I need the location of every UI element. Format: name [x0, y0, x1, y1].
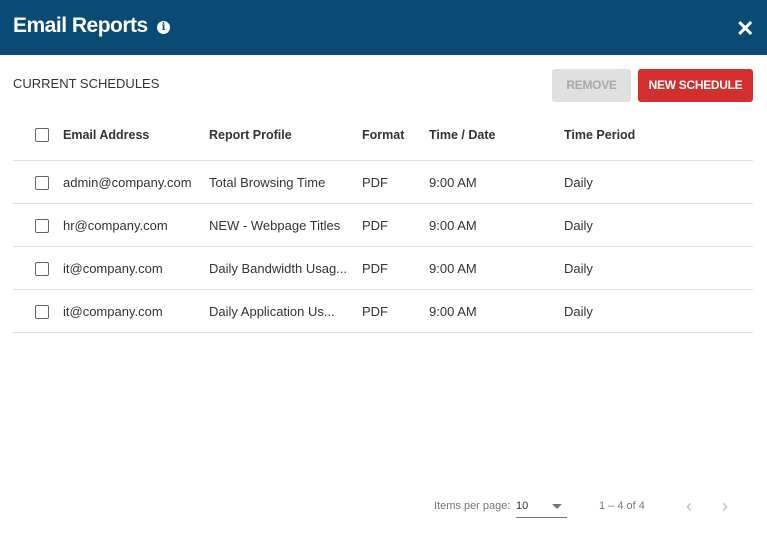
- profile-cell: Total Browsing Time: [209, 175, 326, 190]
- email-cell: admin@company.com: [63, 175, 192, 190]
- page-range: 1 – 4 of 4: [599, 500, 645, 512]
- table-row[interactable]: it@company.com Daily Bandwidth Usag... P…: [13, 247, 753, 290]
- table-header: Email Address Report Profile Format Time…: [13, 118, 753, 161]
- profile-cell: Daily Bandwidth Usag...: [209, 261, 348, 276]
- format-cell: PDF: [362, 218, 388, 233]
- email-cell: it@company.com: [63, 304, 163, 319]
- items-per-page-value: 10: [516, 500, 529, 512]
- table-row[interactable]: it@company.com Daily Application Us... P…: [13, 290, 753, 333]
- profile-cell: NEW - Webpage Titles: [209, 218, 341, 233]
- time-cell: 9:00 AM: [429, 304, 477, 319]
- row-checkbox[interactable]: [35, 305, 49, 319]
- new-schedule-button[interactable]: NEW SCHEDULE: [638, 69, 753, 102]
- select-all-checkbox[interactable]: [35, 128, 49, 142]
- format-cell: PDF: [362, 175, 388, 190]
- period-cell: Daily: [564, 175, 593, 190]
- email-cell: it@company.com: [63, 261, 163, 276]
- row-checkbox[interactable]: [35, 176, 49, 190]
- format-cell: PDF: [362, 261, 388, 276]
- next-page-icon[interactable]: ›: [722, 496, 728, 517]
- info-icon[interactable]: i: [157, 21, 170, 34]
- time-cell: 9:00 AM: [429, 261, 477, 276]
- column-header[interactable]: Report Profile: [209, 128, 292, 142]
- profile-cell: Daily Application Us...: [209, 304, 335, 319]
- period-cell: Daily: [564, 218, 593, 233]
- table-row[interactable]: admin@company.com Total Browsing Time PD…: [13, 161, 753, 204]
- column-header[interactable]: Email Address: [63, 128, 149, 142]
- dialog-title: Email Reports: [13, 14, 148, 37]
- dropdown-arrow-icon[interactable]: [552, 504, 562, 509]
- previous-page-icon[interactable]: ‹: [686, 496, 692, 517]
- format-cell: PDF: [362, 304, 388, 319]
- close-icon[interactable]: ✕: [736, 16, 754, 42]
- email-cell: hr@company.com: [63, 218, 168, 233]
- remove-button[interactable]: REMOVE: [552, 69, 631, 102]
- time-cell: 9:00 AM: [429, 218, 477, 233]
- items-per-page-label: Items per page:: [434, 500, 511, 512]
- period-cell: Daily: [564, 261, 593, 276]
- period-cell: Daily: [564, 304, 593, 319]
- dialog-header: Email Reports i ✕: [0, 0, 767, 55]
- column-header[interactable]: Format: [362, 128, 404, 142]
- row-checkbox[interactable]: [35, 219, 49, 233]
- row-checkbox[interactable]: [35, 262, 49, 276]
- table-row[interactable]: hr@company.com NEW - Webpage Titles PDF …: [13, 204, 753, 247]
- column-header[interactable]: Time / Date: [429, 128, 495, 142]
- column-header[interactable]: Time Period: [564, 128, 635, 142]
- section-title: CURRENT SCHEDULES: [13, 76, 160, 91]
- time-cell: 9:00 AM: [429, 175, 477, 190]
